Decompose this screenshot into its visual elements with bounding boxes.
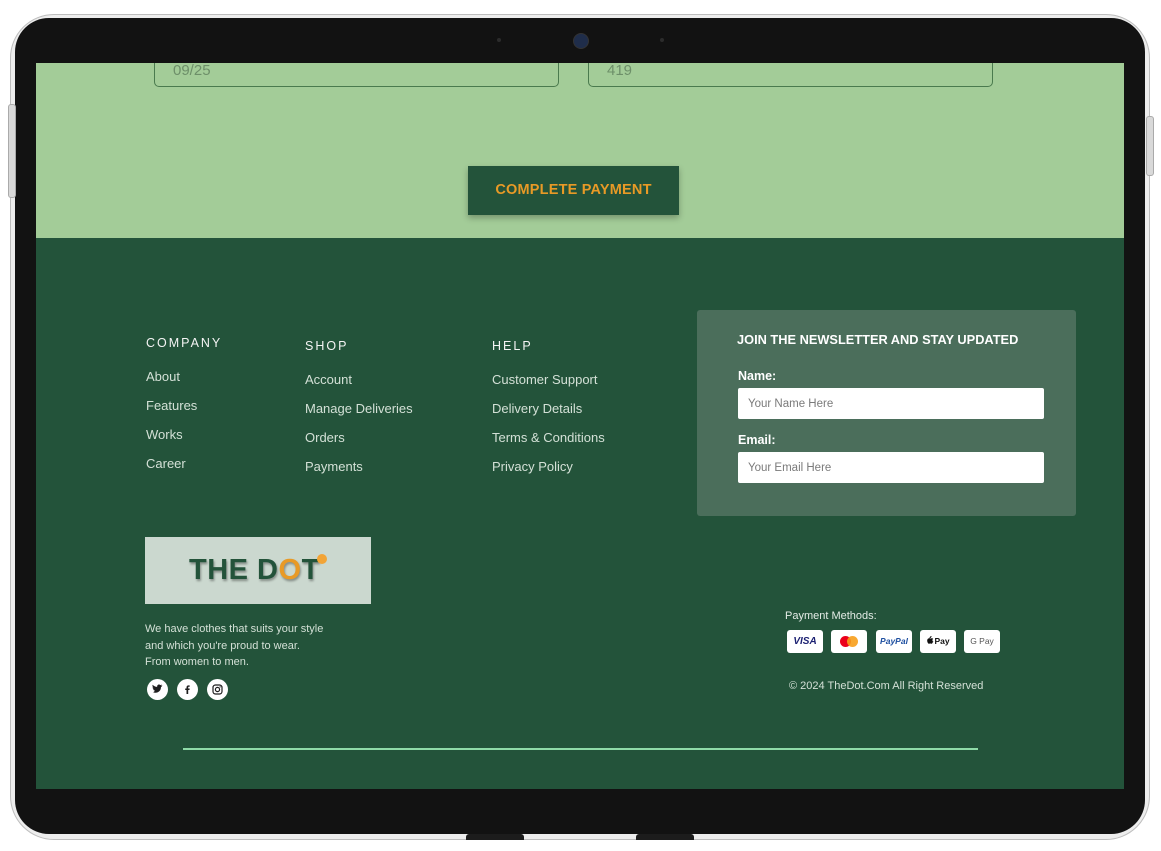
brand-tagline: We have clothes that suits your style an… [145,623,324,668]
footer-link-account[interactable]: Account [305,372,352,387]
camera-icon [573,33,589,49]
newsletter-title: JOIN THE NEWSLETTER AND STAY UPDATED [737,332,1019,347]
footer-link-manage-deliveries[interactable]: Manage Deliveries [305,401,413,416]
visa-icon: VISA [787,630,823,653]
complete-payment-button[interactable]: COMPLETE PAYMENT [468,166,679,215]
sensor-dot [660,38,664,42]
email-label: Email: [738,433,776,447]
logo-text-o: O [278,554,302,586]
footer-link-about[interactable]: About [146,369,180,384]
mastercard-icon [831,630,867,653]
apple-pay-text: Pay [934,636,950,646]
cvv-value: 419 [607,63,633,79]
logo-wordmark: THE DOT [189,554,320,587]
company-heading: COMPANY [146,336,223,350]
footer-link-customer-support[interactable]: Customer Support [492,372,598,387]
footer-link-payments[interactable]: Payments [305,459,363,474]
footer-link-delivery-details[interactable]: Delivery Details [492,401,582,416]
google-pay-icon: G Pay [964,630,1000,653]
logo-text-a: THE D [189,554,279,586]
help-heading: HELP [492,339,533,353]
copyright-text: © 2024 TheDot.Com All Right Reserved [789,680,984,692]
bottom-connector [636,834,694,840]
logo-dot-icon [317,554,327,564]
footer-link-orders[interactable]: Orders [305,430,345,445]
name-label: Name: [738,369,777,383]
sensor-dot [497,38,501,42]
footer-link-terms[interactable]: Terms & Conditions [492,430,605,445]
instagram-icon[interactable] [207,679,228,700]
expiry-value: 09/25 [173,63,211,79]
paypal-icon: PayPal [876,630,912,653]
volume-button [8,104,16,198]
apple-pay-icon: Pay [920,630,956,653]
footer-link-works[interactable]: Works [146,427,183,442]
name-input[interactable] [738,388,1044,419]
bottom-connector [466,834,524,840]
cvv-field[interactable]: 419 [588,63,993,87]
shop-heading: SHOP [305,339,349,353]
footer-link-career[interactable]: Career [146,456,186,471]
power-button [1146,116,1154,176]
footer-link-features[interactable]: Features [146,398,197,413]
footer-divider [183,748,978,750]
email-input[interactable] [738,452,1044,483]
newsletter-box: JOIN THE NEWSLETTER AND STAY UPDATED Nam… [697,310,1076,516]
expiry-field[interactable]: 09/25 [154,63,559,87]
footer-link-privacy[interactable]: Privacy Policy [492,459,573,474]
twitter-icon[interactable] [147,679,168,700]
screen: 09/25 419 COMPLETE PAYMENT COMPANY About… [36,63,1124,789]
payment-section: 09/25 419 COMPLETE PAYMENT [36,63,1124,238]
payment-methods-label: Payment Methods: [785,610,877,622]
facebook-icon[interactable] [177,679,198,700]
brand-logo[interactable]: THE DOT [145,537,371,604]
